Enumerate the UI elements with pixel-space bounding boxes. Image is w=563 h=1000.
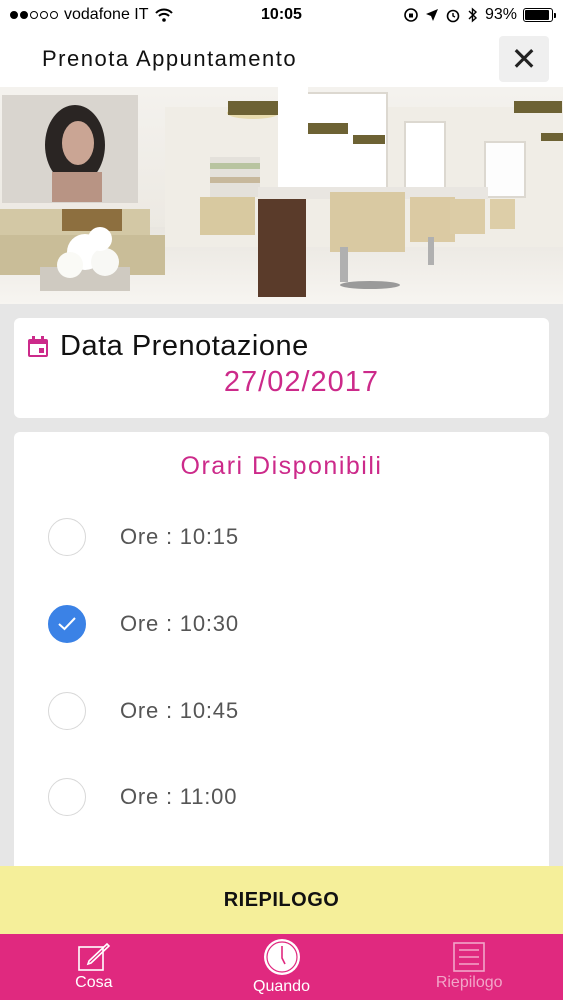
date-card[interactable]: Data Prenotazione 27/02/2017: [14, 318, 549, 418]
edit-icon: [78, 942, 110, 971]
tab-cosa[interactable]: Cosa: [0, 934, 188, 1000]
alarm-icon: [446, 9, 460, 23]
checkmark-icon: [58, 617, 76, 631]
time-slot-label: Ore : 10:30: [120, 611, 239, 636]
date-value[interactable]: 27/02/2017: [14, 366, 549, 399]
location-icon: [425, 9, 438, 21]
salon-hero-image: [0, 87, 563, 304]
tab-riepilogo[interactable]: Riepilogo: [375, 934, 563, 1000]
time-slot[interactable]: Ore : 11:00: [48, 778, 237, 816]
tab-label: Cosa: [75, 974, 113, 991]
close-icon: ✕: [510, 40, 538, 77]
list-icon: [453, 942, 485, 972]
carrier-name: vodafone IT: [64, 6, 149, 23]
date-label: Data Prenotazione: [60, 330, 309, 362]
status-left: vodafone IT: [10, 6, 173, 24]
battery-icon: [523, 8, 556, 22]
summary-button-label: RIEPILOGO: [223, 888, 340, 911]
time-slot-selected[interactable]: Ore : 10:30: [48, 605, 239, 643]
tab-label: Riepilogo: [435, 974, 503, 991]
tab-quando[interactable]: Quando: [188, 934, 376, 1000]
status-bar: vodafone IT 10:05 93%: [0, 0, 563, 30]
time-slot[interactable]: Ore : 10:45: [48, 692, 239, 730]
tab-label: Quando: [253, 978, 310, 995]
salon-illustration: [0, 87, 563, 304]
page-title: Prenota Appuntamento: [42, 45, 298, 71]
battery-percent: 93%: [484, 6, 517, 23]
radio-button[interactable]: [48, 692, 86, 730]
time-slot-label: Ore : 11:00: [120, 784, 238, 809]
wifi-icon: [154, 8, 173, 22]
time-slot-label: Ore : 10:45: [120, 698, 239, 723]
signal-icon: [10, 11, 58, 19]
available-times-card: Orari Disponibili Ore : 10:15 Ore : 10:3…: [14, 432, 549, 872]
summary-button[interactable]: RIEPILOGO: [0, 866, 563, 934]
status-right: 93%: [403, 6, 556, 24]
orientation-lock-icon: [404, 8, 418, 22]
clock-icon: [263, 939, 300, 975]
radio-button[interactable]: [48, 778, 86, 816]
close-button[interactable]: ✕: [499, 35, 549, 82]
date-label-row: Data Prenotazione: [26, 330, 309, 363]
calendar-icon: [28, 335, 48, 357]
time-slot-label: Ore : 10:15: [120, 524, 239, 549]
tab-bar: Cosa Quando Riepilogo: [0, 934, 563, 1000]
battery-level: [525, 10, 550, 20]
radio-button[interactable]: [48, 518, 86, 556]
app-header: Prenota Appuntamento ✕: [0, 30, 563, 87]
radio-button-checked[interactable]: [48, 605, 86, 643]
available-times-title: Orari Disponibili: [180, 452, 383, 480]
time-slot[interactable]: Ore : 10:15: [48, 518, 239, 556]
bluetooth-icon: [468, 7, 477, 23]
